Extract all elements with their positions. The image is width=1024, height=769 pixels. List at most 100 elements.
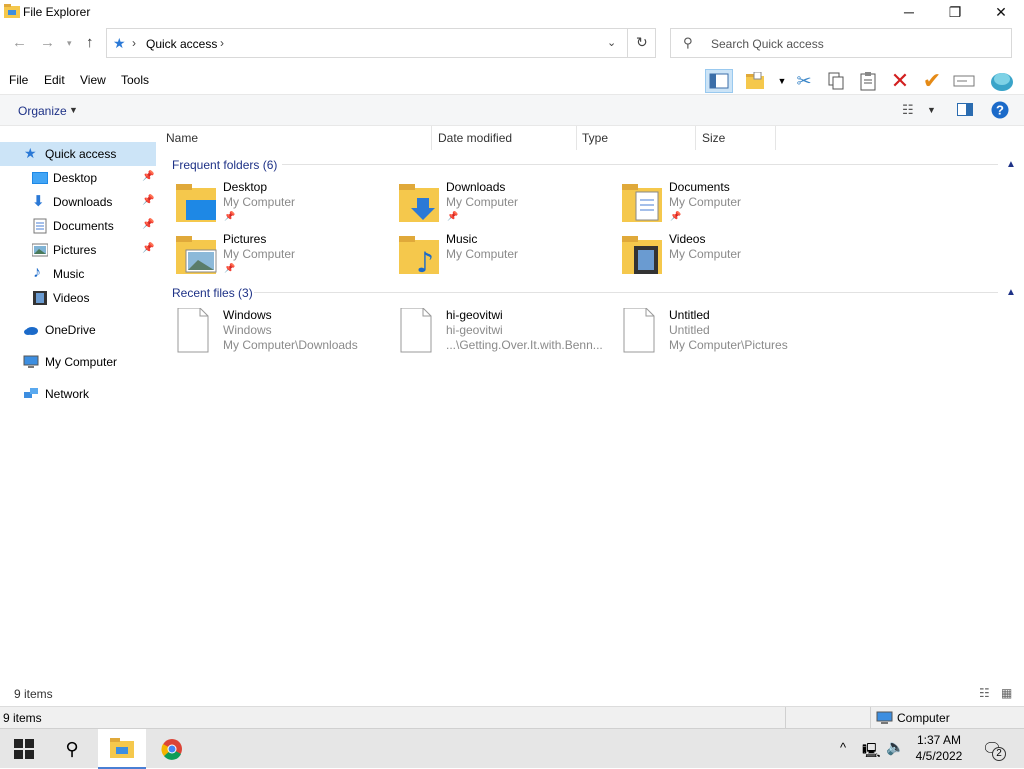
column-type[interactable]: Type [582, 131, 608, 145]
music-note-icon: ♪ [33, 264, 41, 281]
cut-icon[interactable]: ✂ [790, 69, 818, 93]
tile-subtitle: hi-geovitwi [446, 323, 503, 337]
folder-tile-desktop[interactable]: Desktop My Computer 📌 [174, 180, 394, 230]
search-input[interactable]: ⚲ Search Quick access [670, 28, 1012, 58]
recent-locations-icon[interactable]: ▾ [67, 38, 72, 49]
computer-icon [23, 355, 39, 368]
group-recent-files[interactable]: Recent files (3) [172, 286, 253, 300]
taskbar-file-explorer[interactable] [98, 729, 146, 769]
view-options-icon[interactable]: ☷ [902, 102, 914, 118]
help-icon[interactable]: ? [991, 101, 1009, 122]
folder-tile-music[interactable]: ♪ Music My Computer [397, 232, 617, 282]
tile-name: Music [446, 232, 478, 246]
menu-edit[interactable]: Edit [44, 73, 65, 87]
column-date-modified[interactable]: Date modified [438, 131, 512, 145]
tile-location: My Computer [669, 247, 742, 261]
tile-name: Desktop [223, 180, 268, 194]
sidebar-item-music[interactable]: ♪ Music [0, 262, 156, 286]
clock-date: 4/5/2022 [915, 749, 963, 763]
pin-icon: 📌 [142, 195, 155, 206]
sidebar-item-quick-access[interactable]: ★ Quick access [0, 142, 156, 166]
sidebar-item-onedrive[interactable]: OneDrive [0, 318, 156, 342]
pin-icon: 📌 [142, 243, 155, 254]
title-bar: File Explorer ─ ❐ ✕ [0, 0, 1024, 24]
check-icon[interactable]: ✔ [918, 68, 946, 93]
pictures-folder-icon [176, 236, 217, 274]
start-button[interactable] [0, 729, 48, 769]
copy-icon[interactable] [822, 69, 850, 93]
up-arrow-icon[interactable]: ↑ [86, 34, 94, 51]
search-button[interactable]: ⚲ [48, 729, 96, 769]
tile-location: My Computer [669, 195, 742, 209]
minimize-button[interactable]: ─ [886, 0, 932, 24]
new-folder-icon[interactable] [742, 69, 770, 93]
breadcrumb-quick-access[interactable]: Quick access [146, 37, 217, 51]
folder-tile-downloads[interactable]: Downloads My Computer 📌 [397, 180, 617, 230]
pin-icon: 📌 [224, 263, 236, 273]
recent-file-untitled[interactable]: Untitled Untitled My Computer\Pictures [620, 308, 840, 358]
divider [695, 126, 696, 150]
menu-tools[interactable]: Tools [121, 73, 149, 87]
chevron-up-icon[interactable]: ^ [840, 740, 846, 755]
sidebar-item-label: Desktop [53, 171, 98, 185]
network-icon [24, 388, 38, 398]
chevron-down-icon[interactable]: ▼ [69, 105, 78, 115]
organize-button[interactable]: Organize [18, 104, 67, 118]
sidebar-item-downloads[interactable]: ⬇ Downloads 📌 [0, 190, 156, 214]
address-bar[interactable]: ★ › Quick access › ⌄ ↻ [106, 28, 656, 58]
collapse-chevron-icon[interactable]: ▲ [1006, 159, 1016, 170]
preview-pane-icon[interactable] [957, 103, 973, 119]
recent-file-windows[interactable]: Windows Windows My Computer\Downloads [174, 308, 394, 358]
menu-view[interactable]: View [80, 73, 106, 87]
chevron-right-icon[interactable]: › [220, 36, 224, 50]
tile-name: Pictures [223, 232, 267, 246]
download-arrow-icon: ⬇ [32, 193, 45, 210]
internet-globe-icon[interactable] [988, 69, 1016, 93]
clock[interactable]: 1:37 AM 4/5/2022 [913, 732, 965, 764]
taskbar: ⚲ ^ 🖳 🔈 1:37 AM 4/5/2022 🗨 2 [0, 728, 1024, 769]
chevron-right-icon[interactable]: › [132, 36, 136, 50]
network-status-icon[interactable]: 🖳 [862, 740, 881, 764]
view-dropdown-icon[interactable]: ▼ [927, 105, 936, 115]
notifications-button[interactable]: 🗨 2 [980, 737, 1006, 761]
search-placeholder: Search Quick access [711, 37, 824, 51]
volume-icon[interactable]: 🔈 [886, 738, 905, 756]
tile-subtitle: Untitled [669, 323, 710, 337]
sidebar-item-label: Videos [53, 291, 90, 305]
folder-tile-videos[interactable]: Videos My Computer [620, 232, 840, 282]
tile-location: My Computer [446, 195, 519, 209]
column-name[interactable]: Name [166, 131, 198, 145]
close-button[interactable]: ✕ [978, 0, 1024, 24]
rename-icon[interactable] [950, 69, 978, 93]
folder-tile-pictures[interactable]: Pictures My Computer 📌 [174, 232, 394, 282]
video-film-icon [33, 291, 47, 305]
menu-file[interactable]: File [9, 73, 28, 87]
layout-pane-icon[interactable] [705, 69, 733, 93]
forward-arrow-icon[interactable]: → [40, 34, 55, 51]
folder-tile-documents[interactable]: Documents My Computer 📌 [620, 180, 840, 230]
taskbar-chrome[interactable] [148, 729, 196, 769]
details-view-icon[interactable]: ☷ [979, 686, 990, 700]
divider [431, 126, 432, 150]
refresh-icon[interactable]: ↻ [636, 34, 648, 51]
chrome-icon [161, 739, 182, 760]
large-icons-view-icon[interactable]: ▦ [1001, 686, 1012, 700]
collapse-chevron-icon[interactable]: ▲ [1006, 287, 1016, 298]
sidebar-item-documents[interactable]: Documents 📌 [0, 214, 156, 238]
sidebar-item-network[interactable]: Network [0, 382, 156, 406]
delete-icon[interactable]: ✕ [886, 68, 914, 93]
sidebar-item-desktop[interactable]: Desktop 📌 [0, 166, 156, 190]
sidebar-item-videos[interactable]: Videos [0, 286, 156, 310]
recent-file-hi-geovitwi[interactable]: hi-geovitwi hi-geovitwi ...\Getting.Over… [397, 308, 617, 358]
column-size[interactable]: Size [702, 131, 725, 145]
sidebar-item-my-computer[interactable]: My Computer [0, 350, 156, 374]
pin-icon: 📌 [142, 219, 155, 230]
sidebar-item-pictures[interactable]: Pictures 📌 [0, 238, 156, 262]
group-frequent-folders[interactable]: Frequent folders (6) [172, 158, 277, 172]
paste-icon[interactable] [854, 69, 882, 93]
divider [775, 126, 776, 150]
address-dropdown-icon[interactable]: ⌄ [607, 36, 616, 49]
back-arrow-icon[interactable]: ← [12, 34, 27, 51]
maximize-button[interactable]: ❐ [932, 0, 978, 24]
menu-bar: File Edit View Tools ▼ ✂ ✕ ✔ [0, 66, 1024, 94]
